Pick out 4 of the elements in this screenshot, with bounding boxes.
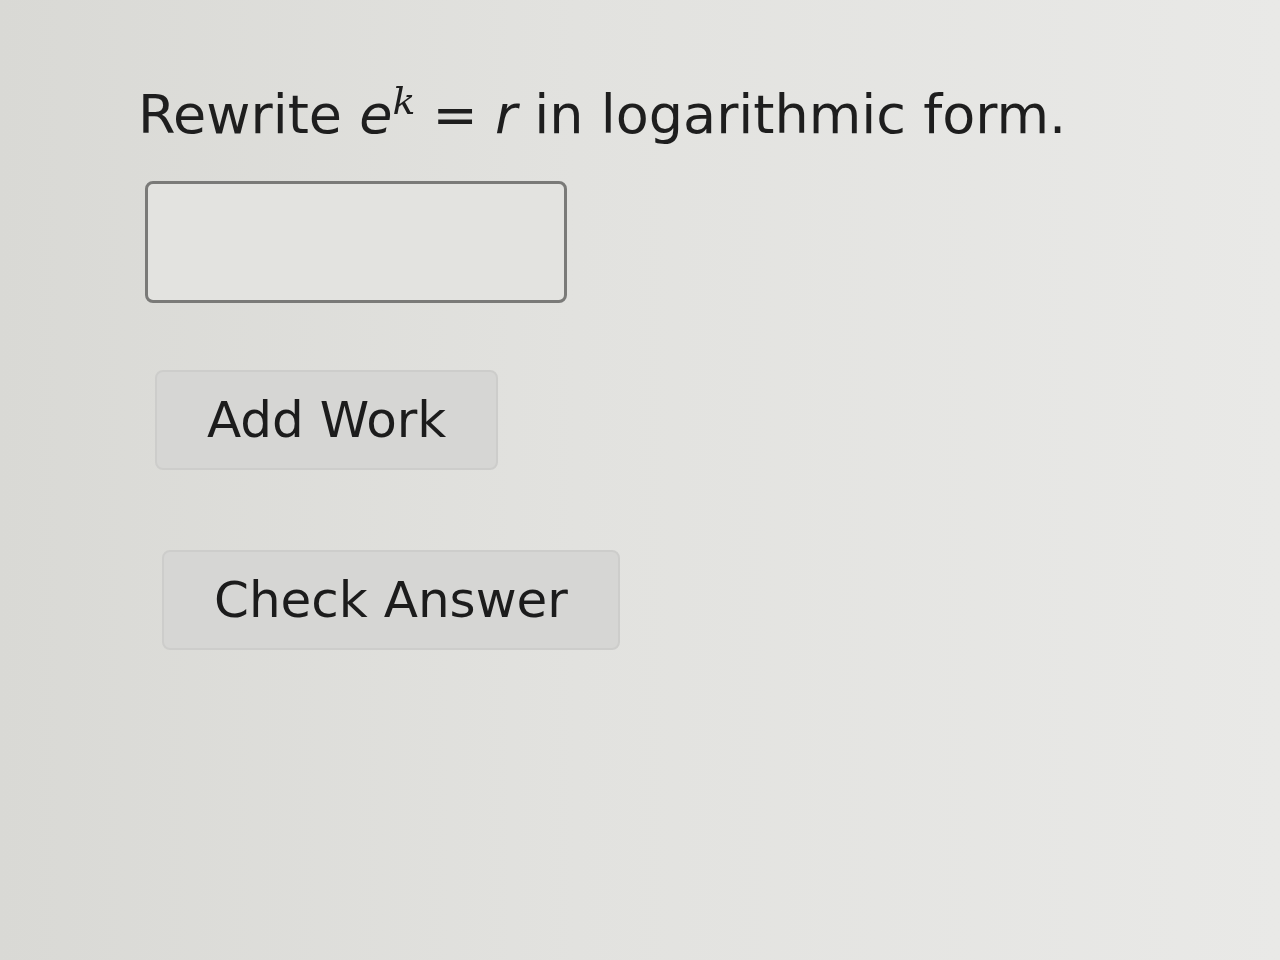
action-button[interactable]: Check Answer: [162, 550, 620, 650]
action-button[interactable]: Add Work: [155, 370, 499, 470]
question-text: Rewrite e$^{k}$ = r in logarithmic form.: [138, 80, 1067, 148]
answer-box[interactable]: [145, 181, 567, 303]
